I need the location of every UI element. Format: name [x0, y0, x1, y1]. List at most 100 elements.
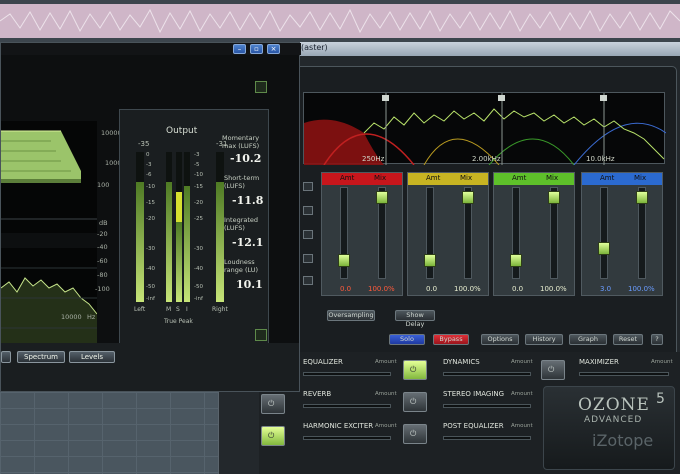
band-select-3[interactable] — [303, 230, 313, 239]
post-equalizer-label: POST EQUALIZER — [443, 422, 504, 430]
band-3-amt-fader[interactable] — [510, 254, 522, 268]
reset-button[interactable]: Reset — [613, 334, 643, 345]
band-3-amt-label: Amt — [512, 174, 527, 182]
band-4-mix-fader[interactable] — [636, 190, 648, 204]
band-1: Amt Mix 0.0 100.0% — [321, 172, 403, 296]
dynamics-module: DYNAMICS Amount — [439, 356, 539, 386]
harmonic-exciter-amount-slider[interactable] — [303, 436, 391, 440]
band-1-mix-value: 100.0% — [368, 285, 395, 293]
band-4-amt-label: Amt — [600, 174, 615, 182]
graph-button[interactable]: Graph — [569, 334, 607, 345]
band-2-mix-label: Mix — [460, 174, 473, 182]
history-button[interactable]: History — [525, 334, 563, 345]
scale-r-1: -5 — [194, 162, 200, 168]
meter-scale-right: -3 -5 -10 -15 -20 -25 -30 -40 -50 -inf — [194, 152, 214, 302]
close-button[interactable]: × — [267, 44, 280, 54]
harmonic-exciter-toggle[interactable]: ⏻ — [261, 426, 285, 446]
output-meter-panel: Output -35 -31 0 -3 -6 -10 -15 -20 -30 -… — [119, 109, 269, 361]
bypass-button[interactable]: Bypass — [433, 334, 469, 345]
ozone-logo: OZONE 5 ADVANCED iZotope — [543, 386, 675, 470]
maximizer-toggle[interactable]: ⏻ — [541, 360, 565, 380]
band-2-amt-label: Amt — [426, 174, 441, 182]
equalizer-amount-slider[interactable] — [303, 372, 391, 376]
m-meter-track — [166, 152, 172, 302]
tab-spectrum[interactable]: Spectrum — [17, 351, 65, 363]
scale-l-1: -3 — [146, 162, 152, 168]
dynamics-amount-slider[interactable] — [443, 372, 531, 376]
scale-l-7: -40 — [146, 266, 155, 272]
reverb-toggle[interactable]: ⏻ — [261, 394, 285, 414]
scale-l-9: -inf — [146, 296, 155, 302]
scale-l-5: -20 — [146, 216, 155, 222]
meter-options-button[interactable] — [255, 81, 267, 93]
eq-spectrum-display[interactable]: 250Hz 2.00kHz 10.0kHz — [303, 92, 666, 165]
stereo-imaging-amount-slider[interactable] — [443, 404, 531, 408]
scale-r-7: -40 — [194, 266, 203, 272]
help-button[interactable]: ? — [651, 334, 663, 345]
scale-r-9: -inf — [194, 296, 203, 302]
dynamics-toggle[interactable]: ⏻ — [403, 360, 427, 380]
m-meter-fill — [166, 182, 172, 302]
post-equalizer-amount-slider[interactable] — [443, 436, 531, 440]
band-2: Amt Mix 0.0 100.0% — [407, 172, 489, 296]
3d-axis-100: 100 — [97, 181, 110, 189]
label-true-peak: True Peak — [164, 318, 193, 325]
tab-previous[interactable] — [1, 351, 11, 363]
band-4-header: Amt Mix — [582, 173, 662, 185]
reverb-amount-slider[interactable] — [303, 404, 391, 408]
minimize-button[interactable]: – — [233, 44, 246, 54]
desktop: (aster) 250Hz 2.00kHz 10.0kHz Amt Mix 0.… — [0, 0, 680, 474]
label-i: I — [186, 306, 188, 313]
post-equalizer-toggle[interactable]: ⏻ — [403, 424, 427, 444]
show-delay-button[interactable]: Show Delay — [395, 310, 435, 328]
peak-left: -35 — [138, 140, 150, 148]
waveform-graphic — [0, 8, 680, 34]
band-4: Amt Mix 3.0 100.0% — [581, 172, 663, 296]
label-s: S — [176, 306, 180, 313]
tab-levels[interactable]: Levels — [69, 351, 115, 363]
scale-r-2: -10 — [194, 172, 203, 178]
stereo-imaging-toggle[interactable]: ⏻ — [403, 392, 427, 412]
meter-settings-button[interactable] — [255, 329, 267, 341]
scale-l-6: -30 — [146, 246, 155, 252]
band-4-amt-fader[interactable] — [598, 242, 610, 256]
dynamics-label: DYNAMICS — [443, 358, 480, 366]
scale-l-2: -6 — [146, 172, 152, 178]
3d-spectrogram-graph — [1, 130, 97, 220]
band-1-amt-fader[interactable] — [338, 254, 350, 268]
meter-window: – ▫ × 10000 1000 100 dB -20 -40 -60 -80 … — [0, 42, 301, 392]
band-2-amt-fader[interactable] — [424, 254, 436, 268]
maximizer-amount-slider[interactable] — [579, 372, 669, 376]
scale-r-3: -15 — [194, 184, 203, 190]
loudness-range-label: Loudness range (LU) — [224, 258, 259, 274]
oversampling-button[interactable]: Oversampling — [327, 310, 375, 321]
band-4-amt-track[interactable] — [600, 187, 608, 279]
maximizer-label: MAXIMIZER — [579, 358, 619, 366]
scale-r-6: -30 — [194, 246, 203, 252]
2d-x-10000: 10000 — [61, 313, 82, 321]
2d-x-hz: Hz — [87, 313, 96, 321]
scale-r-0: -3 — [194, 152, 200, 158]
maximize-button[interactable]: ▫ — [250, 44, 263, 54]
loudness-range-value: 10.1 — [236, 278, 263, 291]
band-2-mix-fader[interactable] — [462, 190, 474, 204]
reverb-label: REVERB — [303, 390, 332, 398]
audio-waveform-clip[interactable] — [0, 4, 680, 38]
options-button[interactable]: Options — [481, 334, 519, 345]
meter-titlebar[interactable]: – ▫ × — [1, 43, 301, 55]
band-1-mix-fader[interactable] — [376, 190, 388, 204]
2d-axis-80: -80 — [97, 271, 108, 279]
band-select-5[interactable] — [303, 276, 313, 285]
band-select-2[interactable] — [303, 206, 313, 215]
solo-button[interactable]: Solo — [389, 334, 425, 345]
harmonic-exciter-amount-label: Amount — [375, 423, 397, 429]
band-select-4[interactable] — [303, 254, 313, 263]
band-1-amt-label: Amt — [340, 174, 355, 182]
power-icon: ⏻ — [268, 431, 275, 440]
band-4-mix-value: 100.0% — [628, 285, 655, 293]
band-3-mix-fader[interactable] — [548, 190, 560, 204]
right-meter-fill — [216, 182, 224, 302]
power-icon: ⏻ — [410, 429, 417, 438]
band-select-1[interactable] — [303, 182, 313, 191]
band-3-amount-value: 0.0 — [512, 285, 524, 293]
